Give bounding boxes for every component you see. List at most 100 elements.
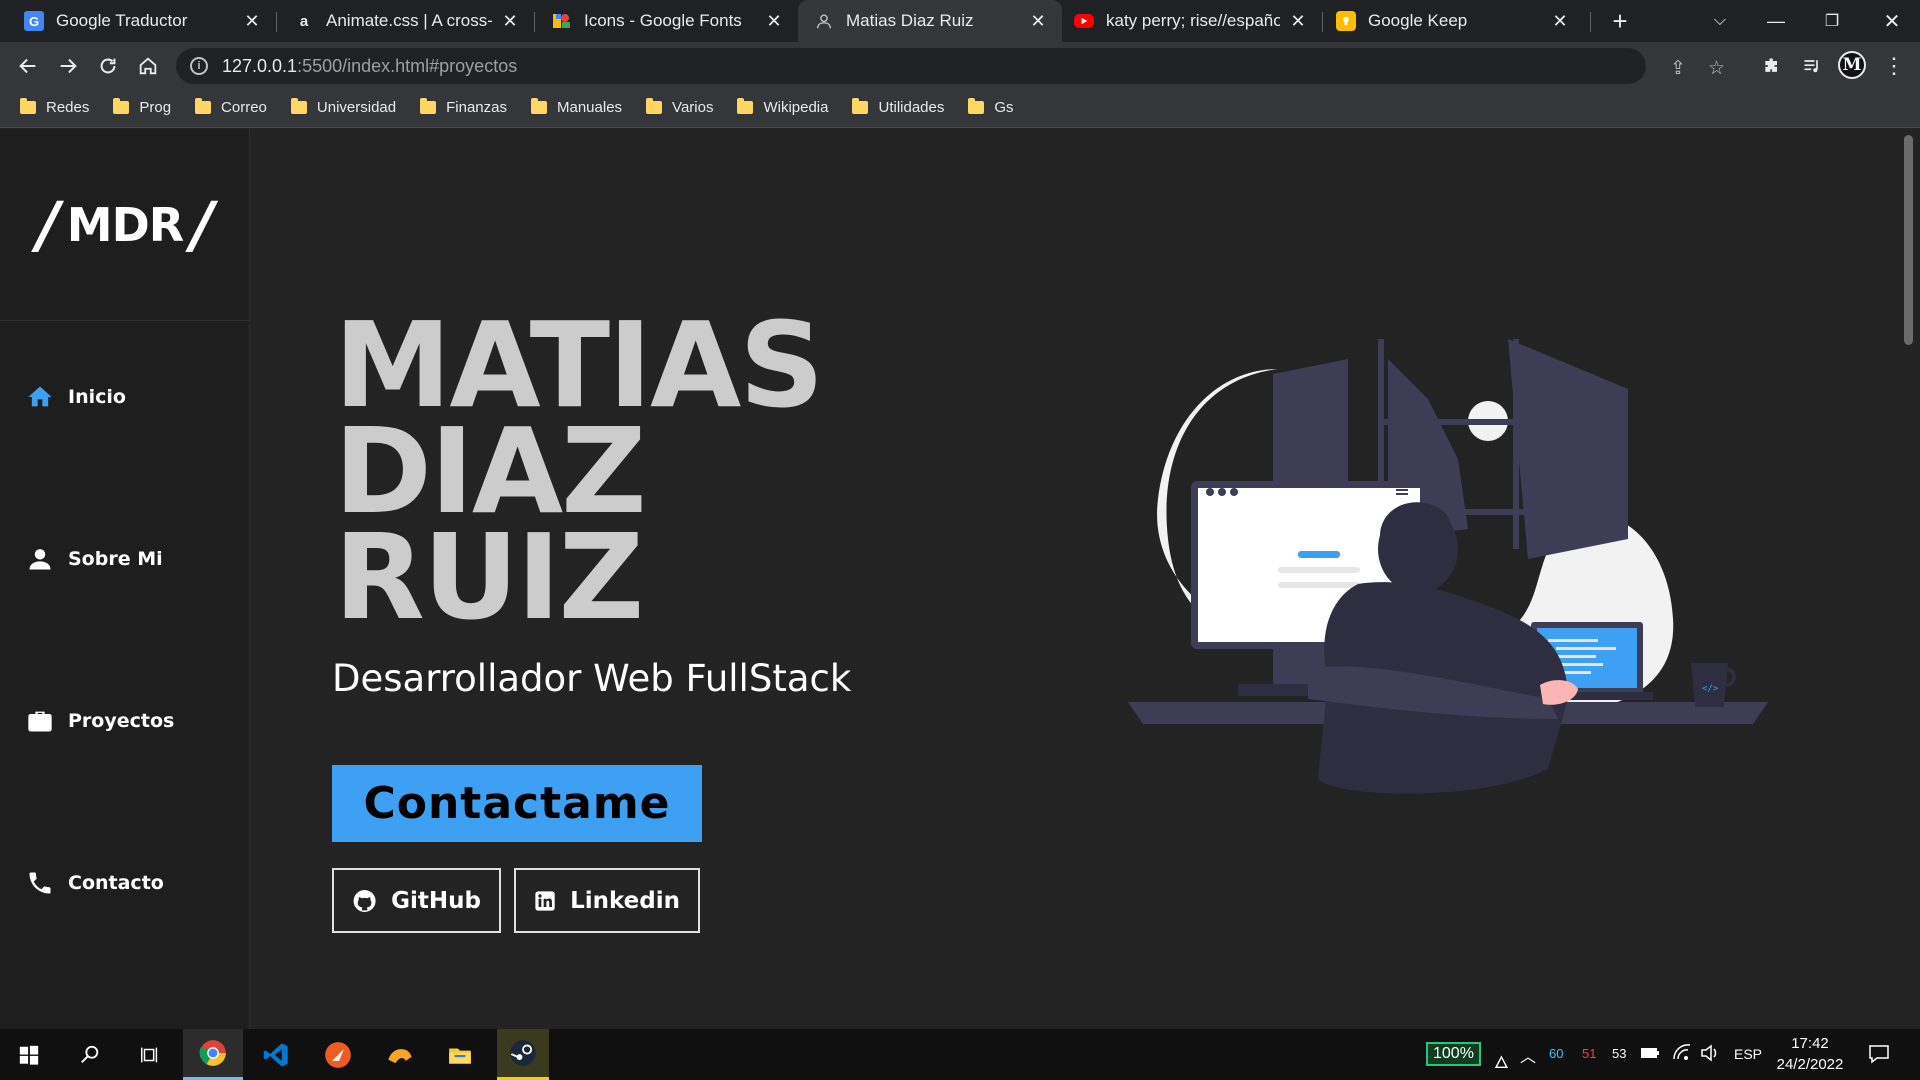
- reload-icon: [100, 58, 116, 74]
- bookmark-folder[interactable]: Gs: [968, 98, 1014, 116]
- address-bar[interactable]: i 127.0.0.1:5500/index.html#proyectos ⇪ …: [176, 48, 1725, 84]
- bookmark-folder[interactable]: Manuales: [531, 98, 622, 116]
- nav-label: Proyectos: [68, 710, 175, 732]
- tray-number[interactable]: 60: [1549, 1046, 1563, 1061]
- share-icon[interactable]: ⇪: [1670, 57, 1686, 80]
- nav-item-sobre-mi[interactable]: Sobre Mi: [26, 545, 163, 573]
- close-icon[interactable]: ✕: [1550, 11, 1570, 32]
- nav-item-contacto[interactable]: Contacto: [26, 869, 164, 897]
- postman-icon[interactable]: [308, 1029, 368, 1080]
- search-icon[interactable]: [60, 1029, 120, 1080]
- home-button[interactable]: [132, 50, 164, 82]
- menu-kebab-icon[interactable]: ⋮: [1878, 50, 1910, 82]
- window-close-button[interactable]: ✕: [1864, 0, 1920, 42]
- media-control-icon[interactable]: [1796, 50, 1828, 82]
- sandbox-icon[interactable]: [370, 1029, 430, 1080]
- browser-toolbar: i 127.0.0.1:5500/index.html#proyectos ⇪ …: [0, 42, 1920, 88]
- url-path: :5500/index.html#proyectos: [297, 55, 518, 76]
- nav-item-proyectos[interactable]: Proyectos: [26, 707, 174, 735]
- tab-animate-css[interactable]: a Animate.css | A cross-brow ✕: [276, 0, 534, 42]
- folder-icon: [646, 98, 663, 114]
- arrow-left-icon: [19, 58, 36, 74]
- battery-icon[interactable]: [1640, 1046, 1660, 1060]
- bookmark-folder[interactable]: Universidad: [290, 98, 397, 116]
- briefcase-icon: [28, 711, 52, 732]
- flame-icon[interactable]: 🜂: [1494, 1043, 1509, 1078]
- tab-search-chevron-icon[interactable]: ⌵: [1692, 0, 1748, 42]
- tab-youtube[interactable]: katy perry; rise//español - Y ✕: [1062, 0, 1322, 42]
- chevron-up-icon[interactable]: ︿: [1520, 1043, 1536, 1067]
- tab-google-traductor[interactable]: G Google Traductor ✕: [0, 0, 276, 42]
- windows-start-icon[interactable]: [0, 1029, 58, 1080]
- bookmark-star-icon[interactable]: ☆: [1708, 57, 1725, 80]
- close-icon[interactable]: ✕: [242, 11, 262, 32]
- bookmark-folder[interactable]: Finanzas: [420, 98, 507, 116]
- steam-icon[interactable]: [497, 1029, 549, 1080]
- task-view-icon[interactable]: [120, 1029, 180, 1080]
- tray-number[interactable]: 53: [1612, 1046, 1626, 1061]
- site-info-icon[interactable]: i: [190, 57, 208, 75]
- github-button[interactable]: GitHub: [332, 868, 501, 933]
- bookmark-folder[interactable]: Varios: [646, 98, 713, 116]
- wifi-icon[interactable]: [1672, 1044, 1692, 1062]
- forward-button[interactable]: [52, 50, 84, 82]
- contact-button[interactable]: Contactame: [332, 765, 702, 842]
- tab-title: Animate.css | A cross-brow: [326, 11, 492, 30]
- nav-label: Sobre Mi: [68, 548, 163, 570]
- bookmark-folder[interactable]: Utilidades: [852, 98, 945, 116]
- bookmark-label: Wikipedia: [763, 99, 829, 116]
- bookmark-label: Prog: [139, 99, 172, 116]
- back-button[interactable]: [12, 50, 44, 82]
- svg-text:</>: </>: [1702, 684, 1719, 694]
- bookmark-folder[interactable]: Prog: [113, 98, 172, 116]
- tab-title: Google Keep: [1368, 11, 1468, 30]
- tab-matias-diaz-ruiz[interactable]: Matias Diaz Ruiz ✕: [798, 0, 1062, 42]
- close-icon[interactable]: ✕: [500, 11, 520, 32]
- linkedin-button[interactable]: Linkedin: [514, 868, 700, 933]
- folder-icon: [420, 98, 437, 114]
- extensions-puzzle-icon[interactable]: [1756, 50, 1788, 82]
- site-logo[interactable]: / MDR /: [0, 129, 250, 321]
- clock-date: 24/2/2022: [1776, 1056, 1844, 1073]
- nav-item-inicio[interactable]: Inicio: [26, 383, 126, 411]
- file-explorer-icon[interactable]: [430, 1029, 490, 1080]
- folder-icon: [968, 98, 985, 114]
- folder-icon: [531, 98, 547, 114]
- restore-button[interactable]: ❐: [1804, 0, 1860, 42]
- close-icon[interactable]: ✕: [764, 11, 784, 32]
- tab-icons-google-fonts[interactable]: Icons - Google Fonts ✕: [534, 0, 798, 42]
- bookmark-folder[interactable]: Redes: [20, 98, 89, 116]
- chrome-icon[interactable]: [183, 1029, 243, 1080]
- page-icon: [814, 11, 834, 31]
- minimize-button[interactable]: —: [1748, 0, 1804, 42]
- hero-subtitle: Desarrollador Web FullStack: [332, 657, 852, 700]
- bookmark-folder[interactable]: Wikipedia: [737, 98, 829, 116]
- bookmark-label: Universidad: [316, 99, 397, 116]
- reload-button[interactable]: [92, 50, 124, 82]
- folder-icon: [20, 98, 36, 114]
- profile-avatar[interactable]: M: [1838, 51, 1866, 79]
- vscode-icon[interactable]: [246, 1029, 306, 1080]
- logo-text: MDR: [66, 197, 184, 252]
- bookmark-label: Utilidades: [878, 99, 945, 116]
- hero-name: MATIAS DIAZ RUIZ: [334, 306, 824, 636]
- web-page: / MDR / Inicio Sobre Mi Proyectos Contacto…: [0, 129, 1920, 1029]
- close-icon[interactable]: ✕: [1288, 11, 1308, 32]
- new-tab-button[interactable]: +: [1600, 0, 1640, 42]
- folder-icon: [290, 98, 307, 114]
- tray-number[interactable]: 51: [1582, 1046, 1596, 1061]
- google-fonts-icon: [552, 11, 572, 31]
- bookmark-label: Gs: [994, 99, 1014, 116]
- language-indicator[interactable]: ESP: [1734, 1046, 1762, 1062]
- notification-icon[interactable]: [1868, 1043, 1890, 1065]
- clock[interactable]: 17:42 24/2/2022: [1770, 1033, 1850, 1075]
- battery-percentage[interactable]: 100%: [1426, 1042, 1481, 1066]
- page-scrollbar-thumb[interactable]: [1904, 135, 1913, 345]
- tab-google-keep[interactable]: Google Keep ✕: [1322, 0, 1584, 42]
- bookmark-folder[interactable]: Correo: [195, 98, 267, 116]
- volume-icon[interactable]: [1700, 1044, 1720, 1062]
- linkedin-icon: [535, 890, 555, 911]
- close-icon[interactable]: ✕: [1028, 11, 1048, 32]
- youtube-icon: [1074, 14, 1094, 28]
- bookmark-label: Correo: [221, 99, 267, 116]
